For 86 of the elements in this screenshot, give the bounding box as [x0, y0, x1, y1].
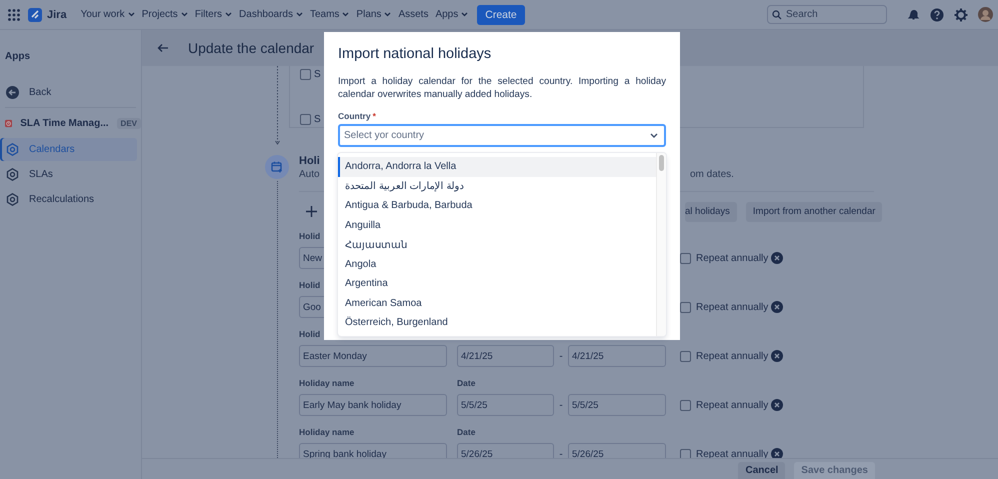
field-label: Holiday name — [299, 427, 354, 437]
nav-menu-item[interactable]: Teams — [310, 9, 350, 20]
field-label: Holid — [299, 231, 320, 241]
product-name: Jira — [47, 8, 67, 20]
app-switcher-icon[interactable] — [8, 8, 20, 20]
back-icon — [6, 86, 19, 99]
field-label: Holiday name — [299, 378, 354, 388]
cancel-button[interactable]: Cancel — [738, 462, 786, 479]
checkbox-label: Repeat annually — [696, 350, 770, 362]
nav-menu-item[interactable]: Plans — [356, 9, 392, 20]
required-mark: * — [372, 111, 376, 121]
section-title: Holi — [299, 155, 319, 168]
nav-menu-item[interactable]: Your work — [80, 9, 135, 20]
nav-menu-item[interactable]: Filters — [194, 9, 232, 20]
search-icon — [772, 10, 782, 20]
back-link[interactable]: Back — [0, 81, 141, 104]
dropdown-option[interactable]: Angola — [338, 254, 656, 274]
checkbox[interactable] — [680, 400, 691, 410]
input-field[interactable]: Early May bank holiday — [299, 394, 447, 416]
dropdown-option[interactable]: Հայաստան — [338, 235, 656, 254]
day-label: S — [314, 68, 321, 80]
checkbox[interactable] — [680, 350, 691, 362]
checkbox-label: Repeat annually — [696, 252, 770, 264]
dropdown-option[interactable]: Antigua & Barbuda, Barbuda — [338, 196, 656, 216]
field-label: Holid — [299, 329, 320, 339]
field-label: Holid — [299, 280, 320, 290]
date-field[interactable]: 4/21/25 — [568, 345, 666, 367]
nav-menu-item[interactable]: Projects — [142, 9, 188, 20]
range-dash: - — [558, 400, 564, 410]
date-field[interactable]: 5/5/25 — [457, 394, 554, 416]
country-select[interactable]: Select yor country — [338, 124, 666, 147]
hexagon-icon — [6, 143, 19, 156]
sidebar-heading: Apps — [4, 51, 31, 62]
remove-icon[interactable] — [771, 350, 783, 362]
section-subtitle: om dates. — [690, 168, 735, 181]
nav-menu-item[interactable]: Dashboards — [239, 9, 303, 20]
modal-description: Import a holiday calendar for the selected country. Importing a holiday calendar overwrites manually added holidays. — [338, 76, 666, 101]
day-label: S — [314, 114, 321, 125]
help-icon[interactable] — [930, 8, 944, 22]
modal-title: Import national holidays — [338, 45, 492, 63]
checkbox-label: Repeat annually — [696, 302, 770, 312]
input-field[interactable]: Easter Monday — [299, 345, 447, 367]
page-title: Update the calendar — [188, 40, 314, 56]
import-button[interactable]: Import from another calendar — [746, 202, 882, 222]
hexagon-icon — [6, 193, 19, 206]
checkbox[interactable] — [300, 114, 311, 125]
scrollbar[interactable] — [656, 153, 666, 336]
field-label: Country — [338, 111, 371, 121]
date-field[interactable]: 5/5/25 — [568, 394, 666, 416]
remove-icon[interactable] — [771, 301, 783, 313]
section-subtitle: Auto — [299, 168, 319, 181]
dropdown-option[interactable]: American Samoa — [338, 294, 656, 313]
checkbox[interactable] — [300, 68, 311, 80]
settings-icon[interactable] — [954, 8, 968, 22]
sidebar-item[interactable]: Calendars — [0, 138, 137, 161]
notification-icon[interactable] — [907, 8, 920, 21]
environment-badge: DEV — [116, 118, 141, 128]
hexagon-icon — [6, 168, 19, 181]
calendar-plus-icon — [265, 155, 289, 179]
search-field[interactable]: Search — [767, 5, 887, 24]
chevron-down-icon[interactable] — [650, 133, 658, 138]
dropdown-option[interactable]: Andorra, Andorra la Vella — [338, 157, 656, 176]
dropdown-option[interactable]: Anguilla — [338, 216, 656, 235]
avatar-icon[interactable] — [978, 7, 993, 22]
remove-icon[interactable] — [771, 448, 783, 458]
remove-icon[interactable] — [771, 399, 783, 411]
create-button[interactable]: Create — [477, 4, 525, 24]
date-field[interactable]: 4/21/25 — [457, 345, 554, 367]
range-dash: - — [558, 448, 564, 458]
field-label: Date — [457, 378, 476, 390]
checkbox-label: Repeat annually — [696, 400, 770, 410]
range-dash: - — [558, 350, 564, 362]
dropdown-option[interactable]: Österreich, Burgenland — [338, 313, 656, 332]
field-label: Date — [457, 427, 476, 439]
sidebar-item[interactable]: SLAs — [0, 163, 137, 186]
back-arrow-icon[interactable] — [157, 43, 169, 53]
dropdown-option[interactable]: Argentina — [338, 274, 656, 294]
jira-logo-icon[interactable] — [28, 8, 42, 22]
app-name: SLA Time Manag... — [20, 118, 109, 128]
dropdown-option[interactable]: دولة الإمارات العربية المتحدة — [338, 176, 656, 196]
remove-icon[interactable] — [771, 252, 783, 264]
nav-menu-item[interactable]: Apps — [435, 9, 468, 20]
nav-menu-item[interactable]: Assets — [398, 9, 428, 20]
sidebar-item[interactable]: Recalculations — [0, 188, 137, 211]
add-icon[interactable] — [306, 206, 317, 217]
import-button[interactable]: al holidays — [685, 202, 737, 222]
